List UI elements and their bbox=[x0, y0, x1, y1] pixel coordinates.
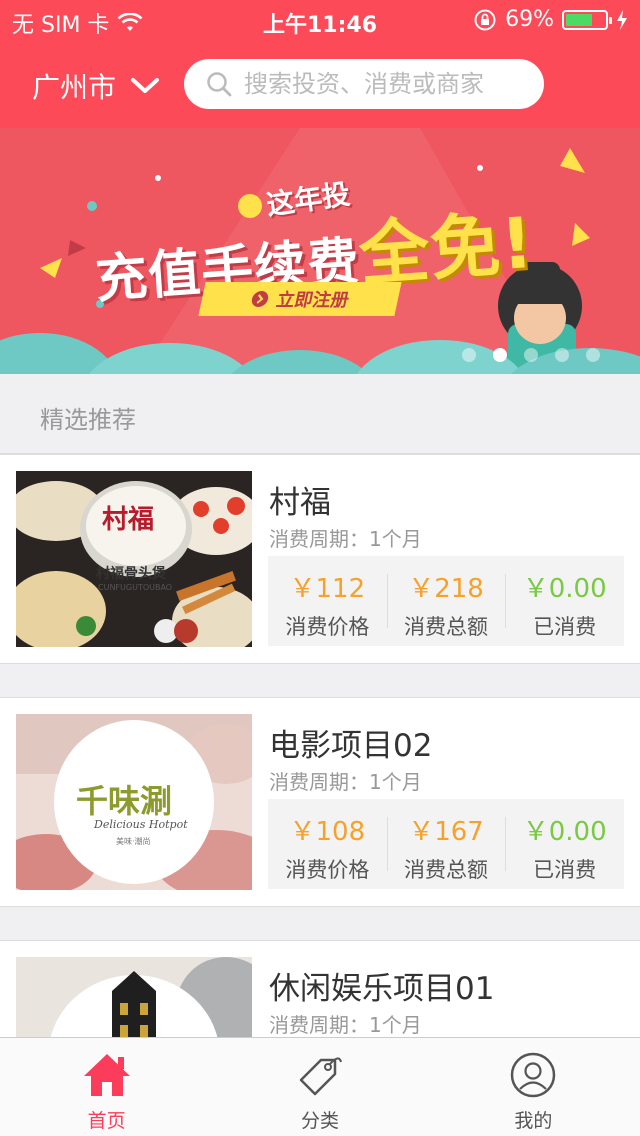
item-stats: ￥112 消费价格 ￥218 消费总额 ￥0.00 已消费 bbox=[268, 556, 624, 646]
tab-category[interactable]: 分类 bbox=[213, 1038, 426, 1136]
banner-pager[interactable] bbox=[462, 348, 600, 362]
pager-dot[interactable] bbox=[586, 348, 600, 362]
thumb-logo-en: Delicious Hotpot bbox=[94, 818, 188, 831]
thumb-logo-text: 千味涮 bbox=[76, 782, 173, 820]
stat-label: 消费价格 bbox=[285, 858, 370, 882]
item-thumbnail: 千味涮 Delicious Hotpot 美味·潮尚 bbox=[16, 714, 252, 890]
home-icon bbox=[83, 1054, 130, 1096]
tab-label: 我的 bbox=[514, 1110, 553, 1132]
battery-status: 69% bbox=[473, 7, 628, 32]
status-bar: 无 SIM 卡 上午11:46 69% bbox=[0, 0, 640, 40]
promo-banner[interactable]: 这年投 充值手续费全免! 立即注册 bbox=[0, 128, 640, 374]
battery-icon bbox=[562, 9, 612, 30]
thumb-logo-sub: 村福骨头煲 bbox=[96, 566, 166, 582]
city-label: 广州市 bbox=[32, 71, 117, 104]
item-stats: ￥108 消费价格 ￥167 消费总额 ￥0.00 已消费 bbox=[268, 799, 624, 889]
tab-label: 分类 bbox=[300, 1110, 339, 1132]
search-bar[interactable] bbox=[184, 59, 544, 109]
pager-dot[interactable] bbox=[555, 348, 569, 362]
register-button-label: 立即注册 bbox=[274, 290, 351, 311]
search-input[interactable] bbox=[244, 70, 534, 98]
user-icon bbox=[511, 1052, 556, 1098]
item-thumbnail: 村福 村福骨头煲 CUNFUGUTOUBAO bbox=[16, 471, 252, 647]
battery-percent: 69% bbox=[505, 7, 554, 32]
stat-total: ￥167 消费总额 bbox=[386, 799, 506, 889]
stat-price: ￥112 消费价格 bbox=[268, 556, 387, 646]
thumb-logo-en: CUNFUGUTOUBAO bbox=[98, 583, 173, 592]
stat-label: 消费总额 bbox=[404, 615, 488, 639]
stat-total: ￥218 消费总额 bbox=[386, 556, 506, 646]
food-image bbox=[16, 471, 252, 647]
thumb-logo-sub: 美味·潮尚 bbox=[116, 837, 151, 846]
stat-label: 消费价格 bbox=[285, 615, 370, 639]
tab-bar: 首页 分类 我的 bbox=[0, 1037, 640, 1136]
item-name: 休闲娱乐项目01 bbox=[269, 971, 495, 1007]
stat-price: ￥108 消费价格 bbox=[268, 799, 387, 889]
item-name: 电影项目02 bbox=[269, 728, 433, 764]
stat-value: ￥112 bbox=[289, 574, 366, 604]
register-button[interactable]: 立即注册 bbox=[198, 282, 402, 316]
rotation-lock-icon bbox=[474, 9, 496, 30]
tab-label: 首页 bbox=[87, 1110, 126, 1132]
play-circle-icon bbox=[251, 291, 269, 307]
header: 无 SIM 卡 上午11:46 69% 广州市 bbox=[0, 0, 640, 128]
item-name: 村福 bbox=[269, 485, 331, 521]
stat-label: 已消费 bbox=[533, 615, 597, 639]
item-period: 消费周期：1个月 bbox=[269, 527, 422, 551]
thumb-logo-text: 村福 bbox=[102, 505, 155, 535]
stat-spent: ￥0.00 已消费 bbox=[505, 799, 624, 889]
section-title: 精选推荐 bbox=[0, 374, 640, 454]
search-icon bbox=[207, 72, 232, 97]
pager-dot[interactable] bbox=[462, 348, 476, 362]
list-item[interactable]: 千味涮 Delicious Hotpot 美味·潮尚 电影项目02 消费周期：1… bbox=[0, 697, 640, 907]
item-period: 消费周期：1个月 bbox=[269, 1013, 422, 1037]
tab-home[interactable]: 首页 bbox=[0, 1038, 213, 1136]
stat-label: 已消费 bbox=[533, 858, 597, 882]
tag-icon bbox=[299, 1057, 342, 1096]
stat-value: ￥218 bbox=[408, 574, 484, 604]
stat-spent: ￥0.00 已消费 bbox=[505, 556, 624, 646]
chevron-down-icon bbox=[131, 78, 160, 93]
pager-dot[interactable] bbox=[493, 348, 507, 362]
item-period: 消费周期：1个月 bbox=[269, 770, 422, 794]
city-selector[interactable]: 广州市 bbox=[32, 66, 160, 106]
stat-label: 消费总额 bbox=[404, 858, 488, 882]
stat-value: ￥108 bbox=[289, 817, 366, 847]
pager-dot[interactable] bbox=[524, 348, 538, 362]
stat-value: ￥0.00 bbox=[522, 574, 607, 604]
tab-profile[interactable]: 我的 bbox=[427, 1038, 640, 1136]
charging-icon bbox=[617, 9, 627, 30]
stat-value: ￥0.00 bbox=[522, 817, 607, 847]
stat-value: ￥167 bbox=[408, 817, 484, 847]
list-item[interactable]: 村福 村福骨头煲 CUNFUGUTOUBAO 村福 消费周期：1个月 ￥112 … bbox=[0, 454, 640, 664]
